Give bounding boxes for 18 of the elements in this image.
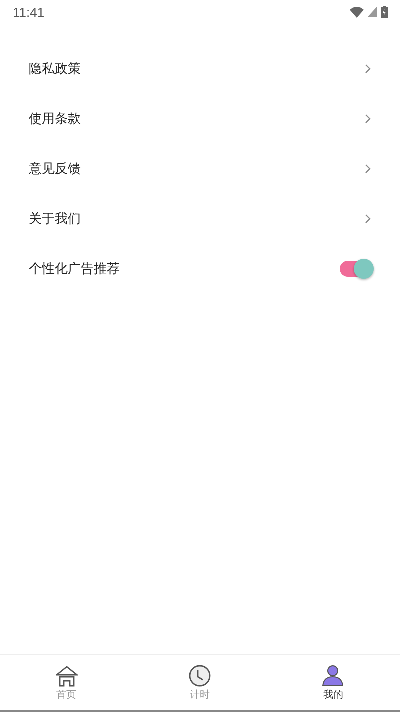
toggle-switch[interactable] xyxy=(340,261,372,277)
chevron-right-icon[interactable] xyxy=(365,114,371,124)
wifi-icon xyxy=(350,6,364,18)
menu-item-label[interactable]: 隐私政策 xyxy=(29,60,81,78)
menu-item-label[interactable]: 意见反馈 xyxy=(29,160,81,178)
status-time: 11:41 xyxy=(13,4,45,20)
chevron-right-icon[interactable] xyxy=(365,164,371,174)
signal-icon xyxy=(368,7,377,17)
chevron-right-icon[interactable] xyxy=(365,64,371,74)
house-icon[interactable] xyxy=(56,665,78,687)
battery-icon xyxy=(381,6,388,18)
chevron-right-icon[interactable] xyxy=(365,214,371,224)
menu-item-label[interactable]: 使用条款 xyxy=(29,110,81,128)
person-icon[interactable] xyxy=(322,665,344,687)
menu-item-label[interactable]: 关于我们 xyxy=(29,210,81,228)
clock-icon[interactable] xyxy=(188,665,211,687)
menu-item-label[interactable]: 个性化广告推荐 xyxy=(29,260,120,278)
tab-label[interactable]: 我的 xyxy=(323,688,344,702)
